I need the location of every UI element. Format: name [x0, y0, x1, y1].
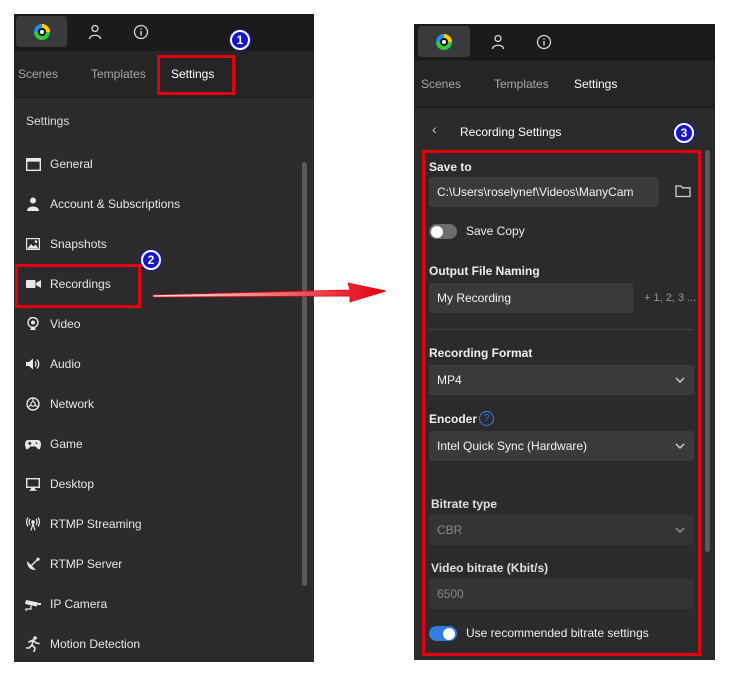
menu-item-motion-detection[interactable]: Motion Detection: [24, 632, 140, 656]
satellite-icon: [24, 556, 42, 572]
info-icon[interactable]: [131, 22, 151, 42]
back-chevron-icon[interactable]: ‹: [432, 121, 437, 137]
menu-item-video[interactable]: Video: [24, 312, 80, 336]
menu-item-rtmp-server[interactable]: RTMP Server: [24, 552, 122, 576]
menu-label: Account & Subscriptions: [50, 197, 181, 211]
menu-label: Network: [50, 397, 95, 411]
menu-label: RTMP Streaming: [50, 517, 142, 531]
scrollbar[interactable]: [705, 150, 710, 552]
app-logo-button[interactable]: [16, 16, 67, 47]
top-bar: [14, 14, 314, 51]
info-icon[interactable]: [534, 32, 554, 52]
running-person-icon: [24, 636, 42, 652]
menu-label: General: [50, 157, 93, 171]
highlight-recordings: [15, 264, 141, 308]
menu-item-general[interactable]: General: [24, 152, 93, 176]
image-icon: [24, 236, 42, 252]
page-title: Recording Settings: [460, 125, 562, 139]
step-badge-3: 3: [674, 123, 694, 143]
menu-label: Audio: [50, 357, 81, 371]
menu-label: Desktop: [50, 477, 95, 491]
menu-item-account[interactable]: Account & Subscriptions: [24, 192, 180, 216]
menu-label: Motion Detection: [50, 637, 141, 651]
menu-label: Video: [50, 317, 81, 331]
top-bar: [414, 24, 715, 61]
tab-templates[interactable]: Templates: [494, 77, 549, 91]
tab-scenes[interactable]: Scenes: [421, 77, 461, 91]
network-icon: [24, 396, 42, 412]
app-logo-button[interactable]: [418, 26, 470, 57]
scrollbar[interactable]: [302, 162, 307, 586]
menu-item-rtmp-streaming[interactable]: RTMP Streaming: [24, 512, 142, 536]
tab-scenes[interactable]: Scenes: [18, 67, 58, 81]
tab-settings[interactable]: Settings: [574, 77, 617, 91]
manycam-logo-icon: [33, 23, 50, 40]
menu-item-desktop[interactable]: Desktop: [24, 472, 94, 496]
menu-item-snapshots[interactable]: Snapshots: [24, 232, 107, 256]
menu-label: Snapshots: [50, 237, 107, 251]
monitor-icon: [24, 476, 42, 492]
highlight-recording-settings: [422, 150, 701, 656]
tutorial-canvas: Scenes Templates Settings Settings Gener…: [0, 0, 730, 675]
tab-templates[interactable]: Templates: [91, 67, 146, 81]
menu-item-network[interactable]: Network: [24, 392, 94, 416]
menu-label: Game: [50, 437, 83, 451]
left-settings-panel: Scenes Templates Settings Settings Gener…: [14, 14, 314, 662]
speaker-icon: [24, 356, 42, 372]
cctv-icon: [24, 596, 42, 612]
recording-settings-header: ‹ Recording Settings: [414, 108, 715, 148]
user-icon: [24, 196, 42, 212]
manycam-logo-icon: [436, 33, 452, 50]
broadcast-icon: [24, 516, 42, 532]
menu-label: RTMP Server: [50, 557, 123, 571]
step-badge-1: 1: [230, 30, 250, 50]
red-arrow-icon: [152, 282, 387, 303]
gamepad-icon: [24, 436, 42, 452]
person-icon[interactable]: [488, 32, 508, 52]
settings-section-title: Settings: [26, 114, 70, 128]
main-tabs: Scenes Templates Settings: [414, 61, 715, 108]
webcam-icon: [24, 316, 42, 332]
person-icon[interactable]: [85, 22, 105, 42]
menu-item-game[interactable]: Game: [24, 432, 83, 456]
menu-item-ip-camera[interactable]: IP Camera: [24, 592, 107, 616]
step-badge-2: 2: [141, 250, 161, 270]
highlight-settings-tab: [157, 55, 235, 95]
menu-item-audio[interactable]: Audio: [24, 352, 81, 376]
window-icon: [24, 156, 42, 172]
menu-label: IP Camera: [50, 597, 108, 611]
